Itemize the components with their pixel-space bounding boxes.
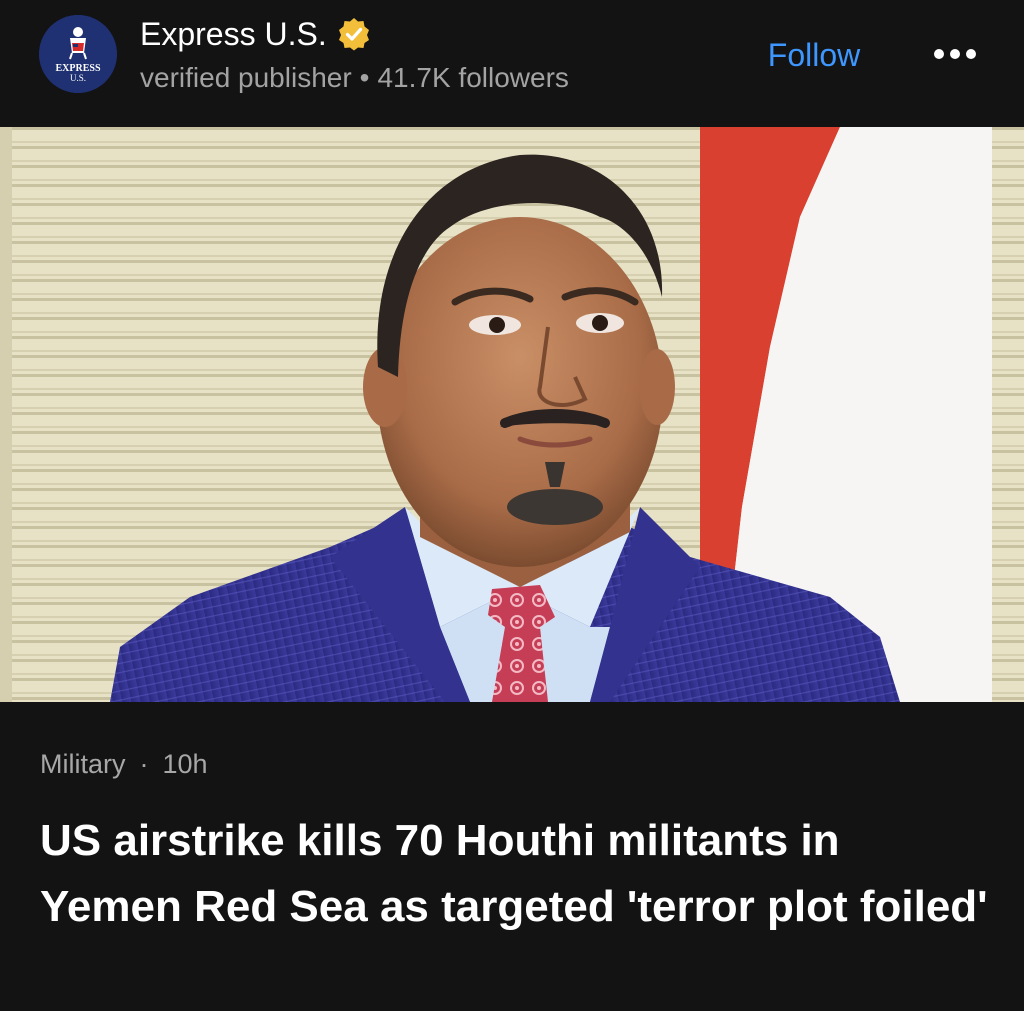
meta-separator: · bbox=[139, 749, 149, 779]
article-image[interactable] bbox=[0, 127, 1024, 702]
publisher-name[interactable]: Express U.S. bbox=[140, 14, 327, 54]
article-meta: Military · 10h bbox=[40, 746, 208, 782]
verified-check-icon bbox=[338, 18, 369, 51]
publisher-avatar[interactable]: EXPRESS U.S. bbox=[39, 15, 117, 93]
more-dot bbox=[966, 49, 976, 59]
follower-count: 41.7K followers bbox=[377, 62, 569, 93]
express-logo-icon: EXPRESS U.S. bbox=[39, 15, 117, 93]
more-dot bbox=[934, 49, 944, 59]
article-category[interactable]: Military bbox=[40, 749, 126, 779]
post-header: EXPRESS U.S. Express U.S. verified publi… bbox=[0, 0, 1024, 127]
publisher-name-row[interactable]: Express U.S. bbox=[140, 14, 371, 54]
article-headline[interactable]: US airstrike kills 70 Houthi militants i… bbox=[40, 808, 990, 940]
meta-dot-separator: • bbox=[359, 62, 370, 93]
publisher-status: verified publisher bbox=[140, 62, 352, 93]
article-age: 10h bbox=[162, 749, 208, 779]
more-dot bbox=[950, 49, 960, 59]
more-options-icon[interactable] bbox=[926, 36, 984, 72]
logo-text-line2: U.S. bbox=[70, 73, 86, 83]
publisher-meta: verified publisher • 41.7K followers bbox=[140, 60, 569, 96]
follow-button[interactable]: Follow bbox=[752, 32, 876, 78]
article-photo-illustration bbox=[0, 127, 1024, 702]
